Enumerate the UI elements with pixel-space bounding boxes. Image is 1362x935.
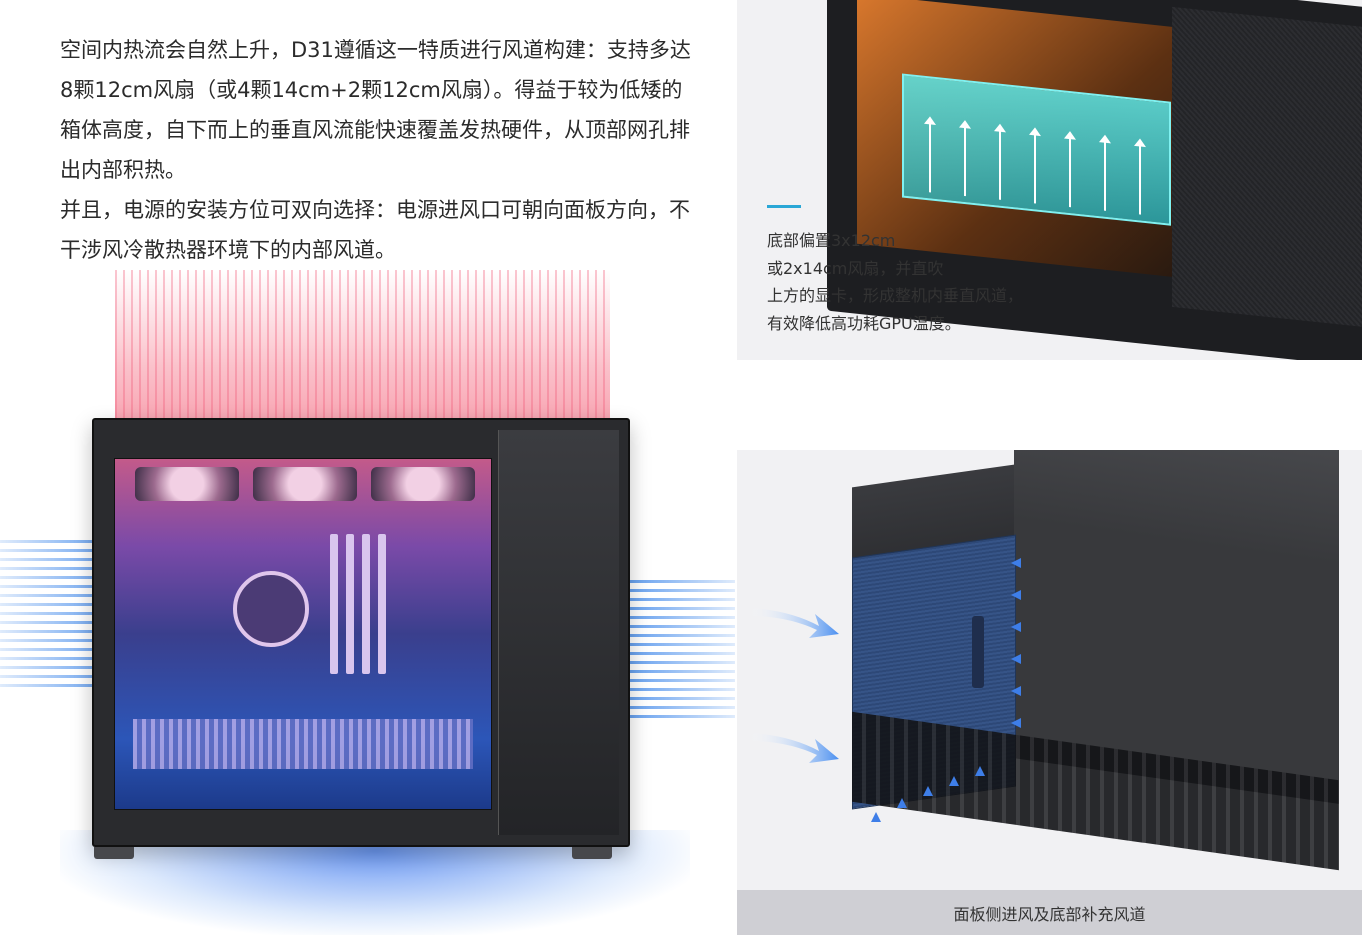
bottom-intake-arrow-icon xyxy=(949,776,959,786)
cool-air-intake-right xyxy=(625,580,735,720)
bottom-intake-arrow-icon xyxy=(975,766,985,776)
intro-paragraph-2: 并且，电源的安装方位可双向选择：电源进风口可朝向面板方向，不干涉风冷散热器环境下… xyxy=(60,198,690,262)
bottom-fan-caption: 底部偏置3x12cm 或2x14cm风扇，并直吹 上方的显卡，形成整机内垂直风道… xyxy=(767,227,1107,337)
top-fan-row xyxy=(135,467,475,501)
airflow-up-arrow-icon xyxy=(1069,137,1071,208)
ram-stick xyxy=(346,534,354,674)
ram-stick xyxy=(378,534,386,674)
graphics-card-highlight xyxy=(902,73,1171,226)
airflow-up-arrow-icon xyxy=(1034,133,1036,204)
airflow-up-arrow-icon xyxy=(999,129,1001,200)
airflow-up-arrow-icon xyxy=(1139,144,1141,215)
caption-line: 底部偏置3x12cm xyxy=(767,231,896,250)
case-foot xyxy=(572,847,612,859)
fan-icon xyxy=(371,467,475,501)
hot-air-exhaust xyxy=(115,270,610,430)
side-intake-arrow-icon xyxy=(1011,654,1021,664)
front-intake-airflow-card: 面板侧进风及底部补充风道 xyxy=(737,450,1362,935)
cpu-cooler-icon xyxy=(233,571,309,647)
ram-stick xyxy=(362,534,370,674)
case-airflow-illustration xyxy=(0,270,735,935)
airflow-up-arrow-icon xyxy=(964,125,966,197)
bottom-intake-arrow-icon xyxy=(923,786,933,796)
fan-icon xyxy=(135,467,239,501)
case-angled-render xyxy=(852,450,1339,871)
caption-line: 有效降低高功耗GPU温度。 xyxy=(767,313,961,333)
intake-arrow-icon xyxy=(749,608,839,638)
side-intake-arrow-icon xyxy=(1011,622,1021,632)
airflow-up-arrow-icon xyxy=(1104,140,1106,211)
case-mesh-panel xyxy=(1172,6,1362,330)
front-io-panel xyxy=(972,616,984,688)
intro-text: 空间内热流会自然上升，D31遵循这一特质进行风道构建：支持多达8颗12cm风扇（… xyxy=(60,30,700,270)
caption-line: 上方的显卡，形成整机内垂直风道， xyxy=(767,286,1024,305)
bottom-fan-airflow-card: 底部偏置3x12cm 或2x14cm风扇，并直吹 上方的显卡，形成整机内垂直风道… xyxy=(737,0,1362,360)
side-intake-arrow-icon xyxy=(1011,718,1021,728)
case-glass-window xyxy=(114,458,492,810)
side-intake-arrow-icon xyxy=(1011,686,1021,696)
case-foot xyxy=(94,847,134,859)
caption-line: 或2x14cm风扇，并直吹 xyxy=(767,258,944,278)
fan-icon xyxy=(253,467,357,501)
graphics-card xyxy=(133,719,473,769)
intro-paragraph-1: 空间内热流会自然上升，D31遵循这一特质进行风道构建：支持多达8颗12cm风扇（… xyxy=(60,38,691,182)
pc-case-render xyxy=(92,418,630,859)
bottom-intake-arrow-icon xyxy=(871,812,881,822)
bottom-intake-arrow-icon xyxy=(897,798,907,808)
front-intake-caption-bar: 面板侧进风及底部补充风道 xyxy=(737,890,1362,935)
front-intake-caption: 面板侧进风及底部补充风道 xyxy=(953,904,1146,924)
side-intake-arrow-icon xyxy=(1011,558,1021,568)
case-front-panel xyxy=(498,430,619,835)
accent-divider xyxy=(767,205,801,208)
intake-arrow-icon xyxy=(749,733,839,763)
ram-stick xyxy=(330,534,338,674)
airflow-up-arrow-icon xyxy=(929,122,931,193)
side-intake-arrow-icon xyxy=(1011,590,1021,600)
